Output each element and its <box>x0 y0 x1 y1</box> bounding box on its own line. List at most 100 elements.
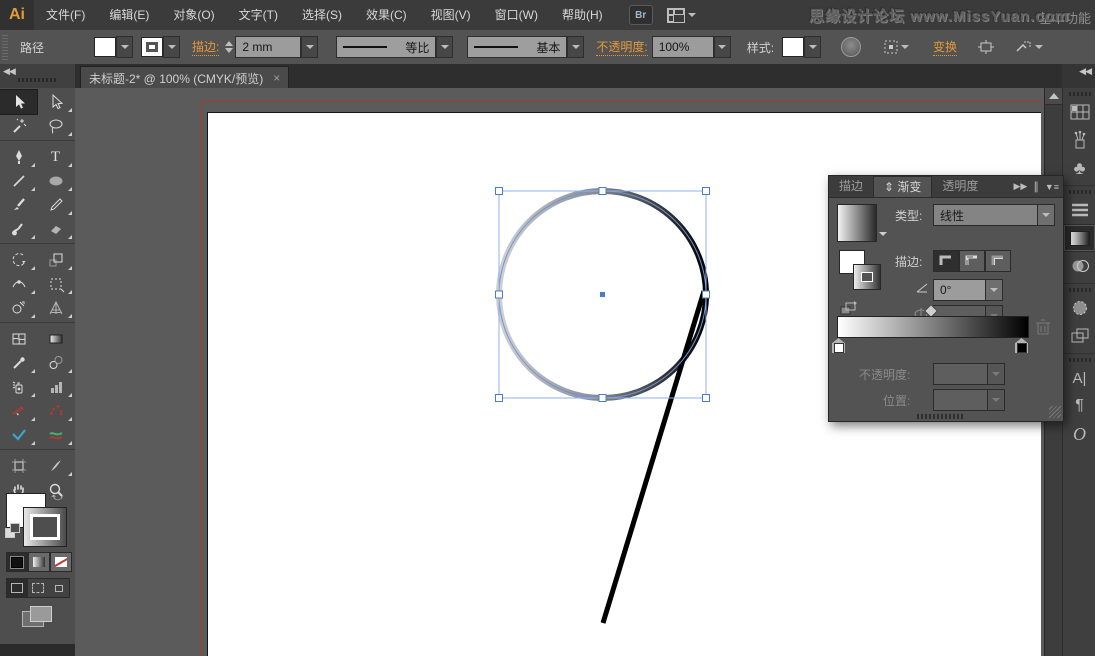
menu-file[interactable]: 文件(F) <box>34 0 97 30</box>
default-fill-stroke-icon[interactable] <box>5 523 19 537</box>
plugin-arc-tool[interactable] <box>37 399 74 423</box>
gradient-mode-button[interactable] <box>28 552 50 572</box>
type-tool[interactable]: T <box>37 145 74 169</box>
plugin-polyline-tool[interactable] <box>0 423 37 447</box>
recolor-artwork-icon[interactable] <box>841 37 861 57</box>
expand-dock-icon[interactable]: ◀◀ <box>1079 66 1091 77</box>
transform-link[interactable]: 变换 <box>933 38 957 56</box>
layers-panel-icon[interactable] <box>1063 322 1095 350</box>
angle-dropdown-icon[interactable] <box>985 279 1003 301</box>
gradient-within-stroke-button[interactable] <box>933 250 959 272</box>
tools-panel-header[interactable]: ◀◀ <box>0 64 75 88</box>
line-segment-tool[interactable] <box>0 169 37 193</box>
width-profile-select[interactable]: 等比 <box>336 36 436 58</box>
direct-selection-tool[interactable] <box>37 90 74 114</box>
swap-fill-stroke-icon[interactable]: ⤸ <box>50 494 63 501</box>
gradient-across-stroke-button[interactable] <box>985 250 1011 272</box>
opentype-panel-icon[interactable]: O <box>1063 420 1095 448</box>
free-transform-tool[interactable] <box>37 272 74 296</box>
close-tab-icon[interactable]: × <box>273 71 280 85</box>
gradient-presets-caret[interactable] <box>879 232 887 236</box>
gradient-tool[interactable] <box>37 327 74 351</box>
bridge-icon[interactable]: Br <box>629 5 653 25</box>
gradient-swatch-thumbnail[interactable] <box>837 204 877 242</box>
transparency-panel-icon[interactable] <box>1063 252 1095 280</box>
lasso-tool[interactable] <box>37 114 74 138</box>
scroll-up-icon[interactable] <box>1045 88 1063 105</box>
stroke-panel-icon[interactable] <box>1063 196 1095 224</box>
slice-tool[interactable] <box>37 454 74 478</box>
stroke-weight-dropdown[interactable] <box>301 36 318 58</box>
menu-help[interactable]: 帮助(H) <box>550 0 615 30</box>
expand-panel-icon[interactable]: ▶▶ <box>1013 181 1027 192</box>
selection-tool[interactable] <box>0 90 37 114</box>
tab-stroke[interactable]: 描边 <box>829 176 873 197</box>
stroke-weight-value[interactable]: 2 mm <box>235 36 301 58</box>
symbols-panel-icon[interactable]: ♣ <box>1063 154 1095 182</box>
draw-inside-button[interactable] <box>48 579 69 597</box>
tab-transparency[interactable]: 透明度 <box>932 176 988 197</box>
opacity-dropdown[interactable] <box>714 36 731 58</box>
gradient-along-stroke-button[interactable] <box>959 250 985 272</box>
perspective-grid-tool[interactable] <box>37 296 74 320</box>
gradient-stop-white[interactable] <box>832 338 845 353</box>
magic-wand-tool[interactable] <box>0 114 37 138</box>
menu-type[interactable]: 文字(T) <box>227 0 290 30</box>
appearance-panel-icon[interactable] <box>1063 294 1095 322</box>
plugin-curve-tool[interactable] <box>0 399 37 423</box>
stroke-color-swatch[interactable] <box>141 37 163 57</box>
stroke-proxy-swatch[interactable] <box>23 507 67 547</box>
scale-tool[interactable] <box>37 248 74 272</box>
panel-menu-icon[interactable]: ▼≡ <box>1045 182 1059 192</box>
stroke-dropdown[interactable] <box>163 36 180 58</box>
panel-resize-dots[interactable] <box>917 414 963 419</box>
character-panel-icon[interactable]: A| <box>1063 364 1095 392</box>
arrange-documents-icon[interactable] <box>667 8 696 23</box>
dock-header[interactable]: ◀◀ <box>1062 64 1095 88</box>
menu-view[interactable]: 视图(V) <box>419 0 483 30</box>
black-line-object[interactable] <box>603 291 704 623</box>
pencil-tool[interactable] <box>37 193 74 217</box>
menu-window[interactable]: 窗口(W) <box>483 0 550 30</box>
paragraph-panel-icon[interactable]: ¶ <box>1063 392 1095 420</box>
gradient-stroke-proxy[interactable] <box>853 264 881 290</box>
menu-edit[interactable]: 编辑(E) <box>97 0 161 30</box>
color-mode-button[interactable] <box>6 552 28 572</box>
draw-normal-button[interactable] <box>7 579 28 597</box>
shape-builder-tool[interactable] <box>0 296 37 320</box>
gradient-panel-icon[interactable] <box>1063 224 1095 252</box>
plugin-smooth-tool[interactable] <box>37 423 74 447</box>
eraser-tool[interactable] <box>37 217 74 241</box>
width-tool[interactable] <box>0 272 37 296</box>
artboard-tool[interactable] <box>0 454 37 478</box>
tab-gradient[interactable]: ⇕ 渐变 <box>873 176 932 197</box>
paintbrush-tool[interactable] <box>0 193 37 217</box>
gradient-stop-black[interactable] <box>1015 338 1028 353</box>
none-mode-button[interactable] <box>50 552 72 572</box>
brushes-panel-icon[interactable] <box>1063 126 1095 154</box>
menu-select[interactable]: 选择(S) <box>290 0 354 30</box>
style-swatch[interactable] <box>782 37 804 57</box>
menu-object[interactable]: 对象(O) <box>161 0 226 30</box>
brush-dropdown[interactable] <box>567 36 584 58</box>
screen-mode-button[interactable] <box>22 606 52 628</box>
profile-dropdown[interactable] <box>436 36 453 58</box>
panel-resize-grip[interactable] <box>1049 406 1061 418</box>
stroke-panel-link[interactable]: 描边: <box>192 38 219 56</box>
pen-tool[interactable] <box>0 145 37 169</box>
stroke-weight-stepper[interactable] <box>225 41 233 53</box>
gradient-type-select[interactable]: 线性 <box>933 204 1051 226</box>
swatches-panel-icon[interactable] <box>1063 98 1095 126</box>
opacity-value[interactable]: 100% <box>652 36 714 58</box>
panel-gripper[interactable] <box>2 34 8 60</box>
isolate-selection-icon[interactable] <box>1015 39 1043 55</box>
type-dropdown-icon[interactable] <box>1037 204 1055 226</box>
style-dropdown[interactable] <box>804 36 821 58</box>
mesh-tool[interactable] <box>0 327 37 351</box>
draw-behind-button[interactable] <box>28 579 49 597</box>
column-graph-tool[interactable] <box>37 375 74 399</box>
rotate-tool[interactable] <box>0 248 37 272</box>
collapse-tools-icon[interactable]: ◀◀ <box>3 66 15 77</box>
fill-color-swatch[interactable] <box>94 37 116 57</box>
gradient-ramp[interactable] <box>837 316 1029 338</box>
